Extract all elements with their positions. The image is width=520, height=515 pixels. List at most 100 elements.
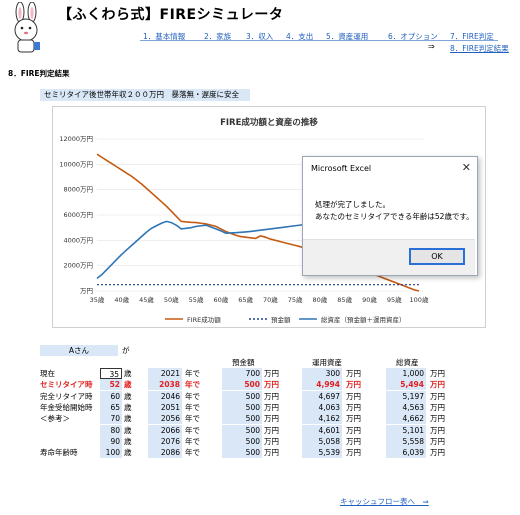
unit-year: 年で [185,448,200,458]
header-investment: 運用資産 [312,358,342,367]
unit-money: 万円 [430,380,445,390]
unit-money: 万円 [264,369,279,378]
row-label: 寿命年齢時 [40,448,78,458]
section-title: 8．FIRE判定結果 [8,69,70,78]
y-tick-label: 6000万円 [63,211,93,219]
row-total: 6,039 [386,447,426,459]
unit-money: 万円 [264,380,279,390]
unit-money: 万円 [430,425,445,435]
row-label [40,436,100,447]
row-year: 2086 [148,447,182,459]
unit-age: 歳 [124,425,132,435]
nav-divider [140,40,498,41]
dialog-title: Microsoft Excel [311,164,372,173]
unit-age: 歳 [124,436,132,446]
row-investment: 4,697 [302,390,342,402]
unit-year: 年で [185,425,200,435]
close-icon[interactable]: ✕ [462,161,471,174]
row-total: 5,197 [386,390,426,402]
unit-money: 万円 [430,436,445,446]
unit-age: 歳 [124,414,132,424]
unit-money: 万円 [430,414,445,424]
x-tick-label: 60歳 [213,295,228,304]
unit-year: 年で [185,436,200,446]
person-name: Aさん [40,345,118,356]
row-deposit: 500 [222,390,262,402]
row-total: 1,000 [386,368,426,379]
row-investment: 4,162 [302,413,342,425]
y-tick-label: 10000万円 [59,160,93,168]
y-tick-label: 万円 [80,287,93,295]
row-deposit: 700 [222,368,262,379]
row-label: 完全リタイア時 [40,391,93,401]
row-label: 現在 [40,369,55,378]
row-total: 5,494 [386,379,426,391]
row-deposit: 500 [222,435,262,447]
unit-money: 万円 [430,448,445,458]
row-deposit: 500 [222,401,262,413]
x-tick-label: 40歳 [114,295,129,304]
x-tick-label: 50歳 [164,295,179,304]
dialog-message-line1: 処理が完了しました。 [315,200,390,209]
cashflow-table-link[interactable]: キャッシュフロー表へ ⇒ [340,496,429,507]
row-total: 4,563 [386,401,426,413]
x-tick-label: 35歳 [90,295,105,304]
row-age: 100 [100,447,122,459]
y-tick-label: 4000万円 [63,236,93,244]
unit-money: 万円 [346,369,361,378]
y-tick-label: 12000万円 [59,135,93,143]
unit-money: 万円 [346,402,361,412]
y-tick-label: 8000万円 [63,186,93,194]
unit-money: 万円 [346,425,361,435]
scenario-banner: セミリタイア後世帯年収２００万円 暴落無・遅度に安全 [40,89,250,101]
row-label: 年金受給開始時 [40,402,93,412]
row-investment: 5,058 [302,435,342,447]
unit-money: 万円 [346,414,361,424]
unit-money: 万円 [264,448,279,458]
unit-year: 年で [185,414,200,424]
rabbit-mascot-logo [14,2,40,53]
row-age[interactable]: 35 [100,368,122,379]
unit-money: 万円 [430,391,445,401]
unit-money: 万円 [264,414,279,424]
legend-label: 預金額 [271,315,291,324]
chart-title: FIRE成功額と資産の推移 [220,117,318,128]
x-tick-label: 95歳 [387,295,402,304]
x-tick-label: 70歳 [263,295,278,304]
unit-year: 年で [185,380,200,390]
x-tick-label: 90歳 [362,295,377,304]
row-total: 5,101 [386,424,426,436]
chart-legend: FIRE成功額 預金額 総資産（預金額＋運用資産） [165,315,406,324]
row-total: 5,558 [386,435,426,447]
row-age: 60 [100,390,122,402]
person-suffix: が [122,346,130,355]
row-year: 2038 [148,379,182,391]
header-total: 総資産 [396,358,419,367]
dialog-message-line2: あなたのセミリタイアできる年齢は52歳です。 [315,212,474,221]
x-tick-label: 65歳 [238,295,253,304]
row-age: 70 [100,413,122,425]
ok-button[interactable]: OK [409,248,465,265]
y-tick-label: 2000万円 [63,262,93,270]
unit-age: 歳 [124,448,132,458]
header-deposit: 預金額 [232,358,255,367]
unit-age: 歳 [124,391,132,401]
unit-age: 歳 [124,402,132,412]
row-investment: 300 [302,368,342,379]
unit-money: 万円 [346,391,361,401]
row-year: 2076 [148,435,182,447]
row-label: セミリタイア時 [40,380,93,390]
row-age: 52 [100,379,122,391]
row-total: 4,662 [386,413,426,425]
unit-money: 万円 [264,391,279,401]
current-page-arrow: ⇒ [428,42,435,51]
row-year: 2056 [148,413,182,425]
app-title: 【ふくわら式】FIREシミュレータ [58,7,284,23]
row-year: 2066 [148,424,182,436]
x-tick-label: 85歳 [337,295,352,304]
nav-fire-result[interactable]: 8．FIRE判定結果 [450,43,509,54]
row-year: 2051 [148,401,182,413]
unit-money: 万円 [264,436,279,446]
row-deposit: 500 [222,447,262,459]
dialog-footer: OK [303,239,475,275]
